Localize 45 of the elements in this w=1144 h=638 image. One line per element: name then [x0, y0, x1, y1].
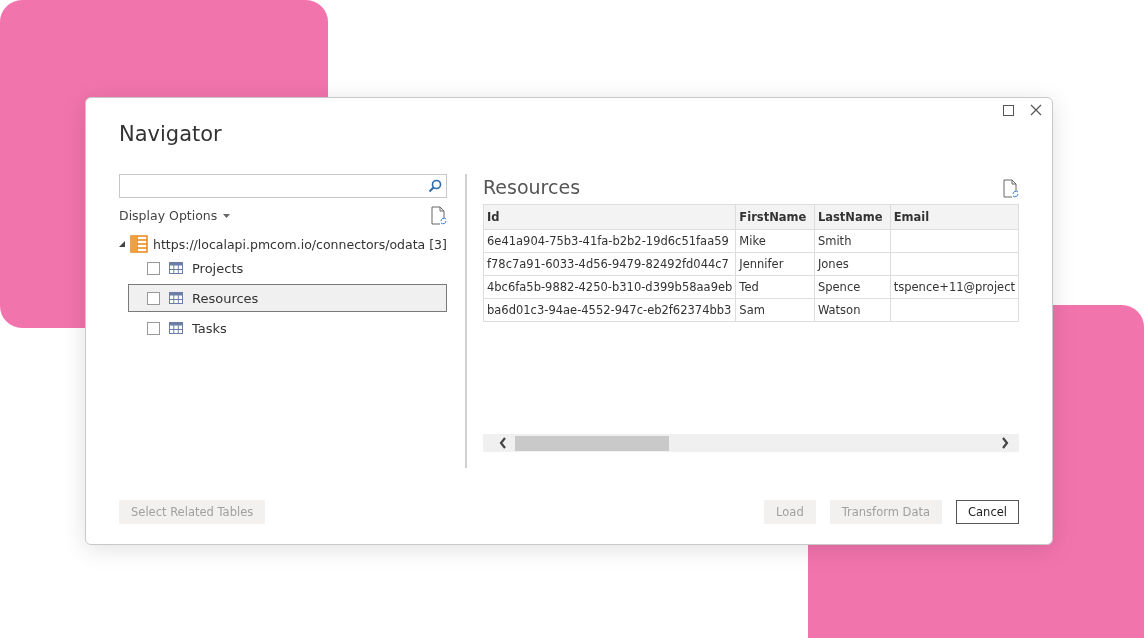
table-list-item[interactable]: Projects — [128, 254, 447, 282]
table-cell: Spence — [814, 275, 891, 299]
table-list-item[interactable]: Resources — [128, 284, 447, 312]
table-cell: 6e41a904-75b3-41fa-b2b2-19d6c51faa59 — [483, 229, 736, 253]
table-cell: Ted — [735, 275, 815, 299]
table-cell: tspence+11@project — [890, 275, 1019, 299]
table-cell: Smith — [814, 229, 891, 253]
window-title: Navigator — [119, 122, 223, 146]
table-icon — [169, 262, 183, 274]
table-icon — [169, 322, 183, 334]
column-header: Id — [483, 204, 736, 230]
close-icon[interactable] — [1030, 104, 1042, 116]
table-cell: Sam — [735, 298, 815, 322]
table-name: Tasks — [192, 320, 227, 336]
table-cell: Jennifer — [735, 252, 815, 276]
search-field[interactable] — [119, 174, 447, 198]
checkbox[interactable] — [147, 321, 160, 335]
table-icon — [169, 292, 183, 304]
refresh-document-icon[interactable] — [431, 206, 447, 225]
table-cell: 4bc6fa5b-9882-4250-b310-d399b58aa9eb — [483, 275, 736, 299]
maximize-icon[interactable] — [1003, 104, 1014, 116]
table-cell: Jones — [814, 252, 891, 276]
refresh-document-icon[interactable] — [1003, 179, 1019, 198]
horizontal-scrollbar[interactable] — [483, 434, 1019, 452]
table-name: Projects — [192, 260, 244, 276]
column-header: Email — [890, 204, 1019, 230]
checkbox[interactable] — [147, 261, 160, 275]
preview-title: Resources — [483, 176, 581, 198]
table-cell: ba6d01c3-94ae-4552-947c-eb2f62374bb3 — [483, 298, 736, 322]
expand-triangle-icon[interactable] — [119, 241, 125, 247]
table-list-item[interactable]: Tasks — [128, 314, 447, 342]
checkbox[interactable] — [147, 291, 160, 305]
table-cell: f78c7a91-6033-4d56-9479-82492fd044c7 — [483, 252, 736, 276]
dialog-button[interactable]: Cancel — [956, 500, 1019, 524]
caret-icon — [223, 213, 231, 218]
scrollbar-thumb[interactable] — [515, 435, 669, 451]
column-header: FirstName — [735, 204, 815, 230]
column-header: LastName — [814, 204, 891, 230]
data-source-icon — [130, 235, 148, 253]
data-source-label[interactable]: https://localapi.pmcom.io/connectors/odata [3] — [153, 236, 447, 252]
table-cell: Watson — [814, 298, 891, 322]
search-icon[interactable] — [428, 179, 442, 193]
display-options-dropdown[interactable]: Display Options — [119, 208, 231, 223]
table-name: Resources — [192, 290, 259, 306]
table-cell: Mike — [735, 229, 815, 253]
